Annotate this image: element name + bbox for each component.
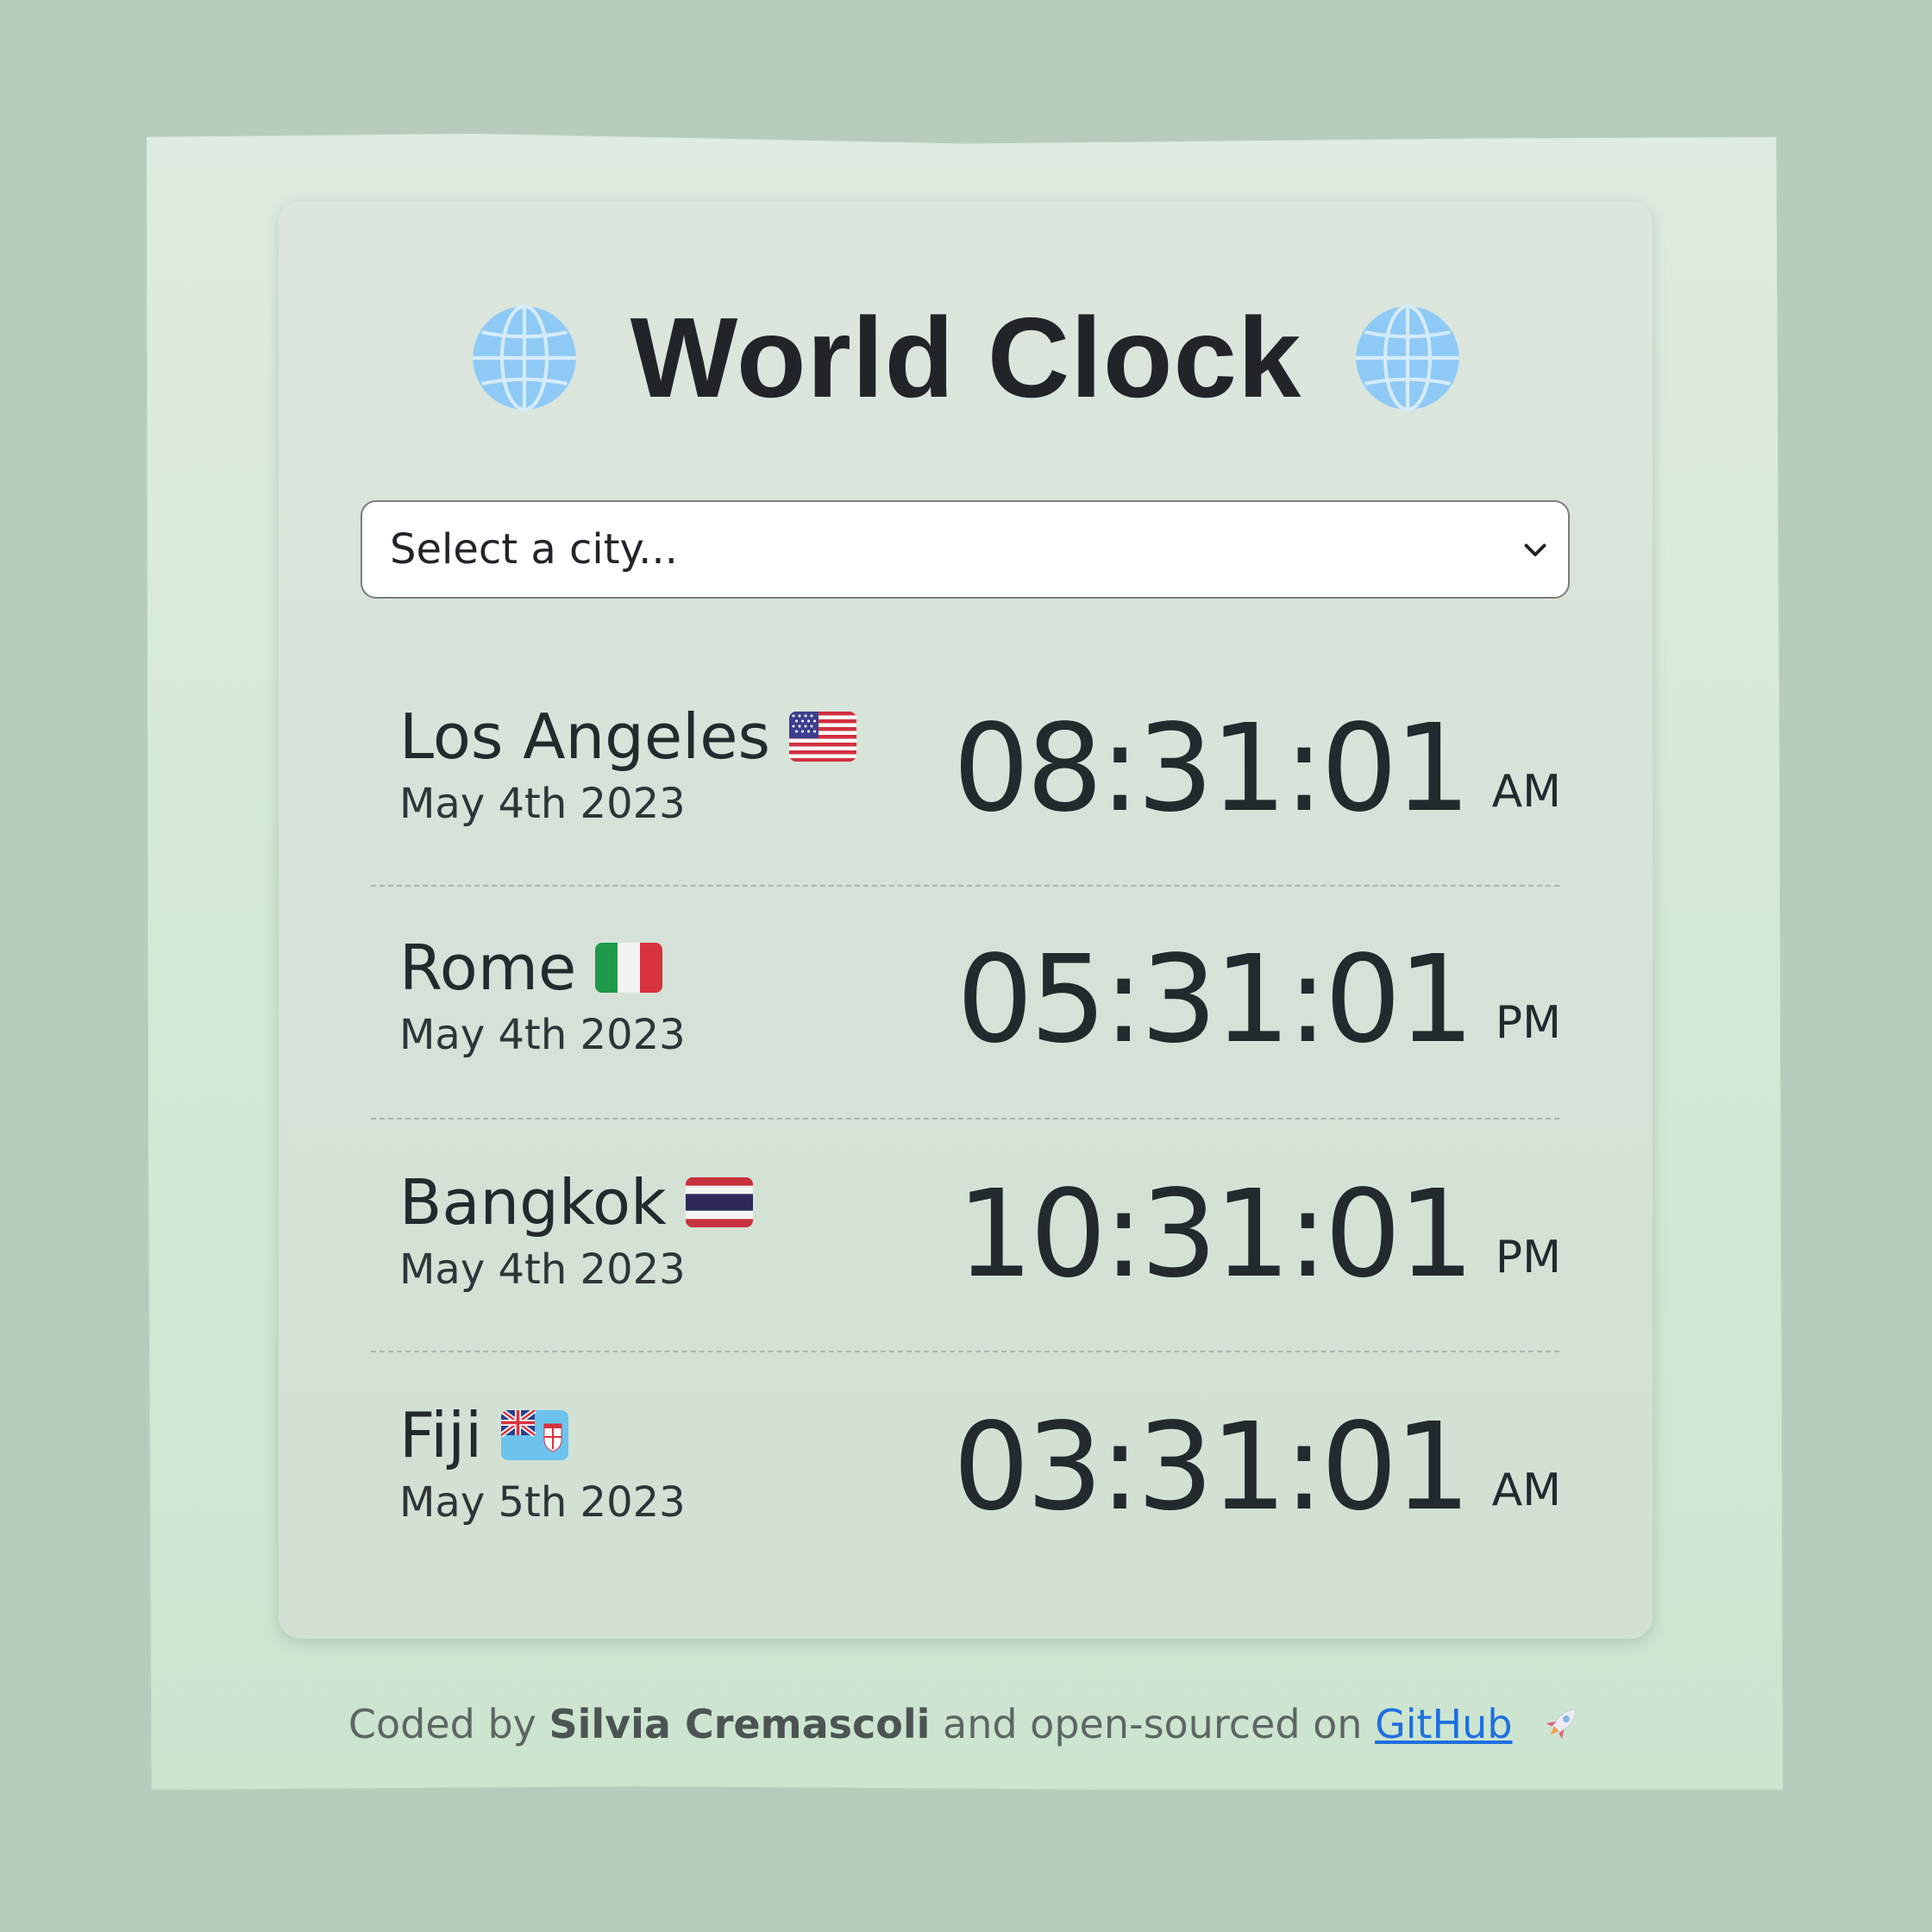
us-flag-icon — [789, 712, 856, 762]
clock-ampm: PM — [1495, 1232, 1561, 1283]
clock-time: 03:31:01 — [952, 1397, 1471, 1538]
city-time: 05:31:01 PM — [957, 940, 1561, 1061]
city-date: May 4th 2023 — [399, 1011, 686, 1059]
clock-ampm: AM — [1491, 1465, 1561, 1516]
footer-author: Silvia Cremascoli — [549, 1701, 931, 1747]
header: World Clock — [0, 285, 1932, 431]
globe-icon — [1356, 304, 1460, 411]
city-row-fiji: Fiji May 5th 2023 03:31:01 AM — [371, 1387, 1561, 1620]
city-date: May 5th 2023 — [399, 1478, 686, 1527]
city-select[interactable]: Select a city... — [361, 500, 1570, 599]
italy-flag-icon — [595, 943, 663, 993]
city-name: Rome — [399, 932, 577, 1004]
city-time: 03:31:01 AM — [953, 1408, 1561, 1528]
clock-ampm: PM — [1495, 997, 1561, 1049]
city-row-los-angeles: Los Angeles May 4th 2023 08:31:01 AM — [371, 690, 1561, 923]
rocket-icon — [1546, 1709, 1577, 1740]
fiji-flag-icon — [501, 1410, 569, 1460]
thailand-flag-icon — [685, 1177, 753, 1227]
city-date: May 4th 2023 — [399, 780, 686, 828]
clock-time: 10:31:01 — [956, 1164, 1475, 1305]
city-name: Bangkok — [399, 1166, 667, 1239]
footer-middle-text: and open-sourced on — [943, 1701, 1363, 1747]
city-select-value: Select a city... — [390, 525, 678, 574]
divider — [371, 1351, 1559, 1352]
divider — [371, 885, 1559, 887]
city-name: Los Angeles — [399, 700, 770, 773]
clock-time: 08:31:01 — [952, 699, 1471, 839]
footer-coded-by: Coded by — [348, 1701, 536, 1747]
page-title: World Clock — [630, 294, 1302, 421]
clock-ampm: AM — [1491, 766, 1561, 818]
city-time: 10:31:01 PM — [957, 1175, 1561, 1295]
github-link[interactable]: GitHub — [1375, 1701, 1512, 1747]
city-time: 08:31:01 AM — [953, 709, 1561, 830]
city-date: May 4th 2023 — [399, 1245, 686, 1294]
chevron-down-icon — [1524, 543, 1546, 556]
divider — [371, 1118, 1559, 1120]
footer: Coded by Silvia Cremascoli and open-sour… — [0, 1701, 1932, 1747]
city-name: Fiji — [399, 1399, 483, 1471]
globe-icon — [472, 304, 576, 411]
clock-time: 05:31:01 — [956, 930, 1475, 1070]
